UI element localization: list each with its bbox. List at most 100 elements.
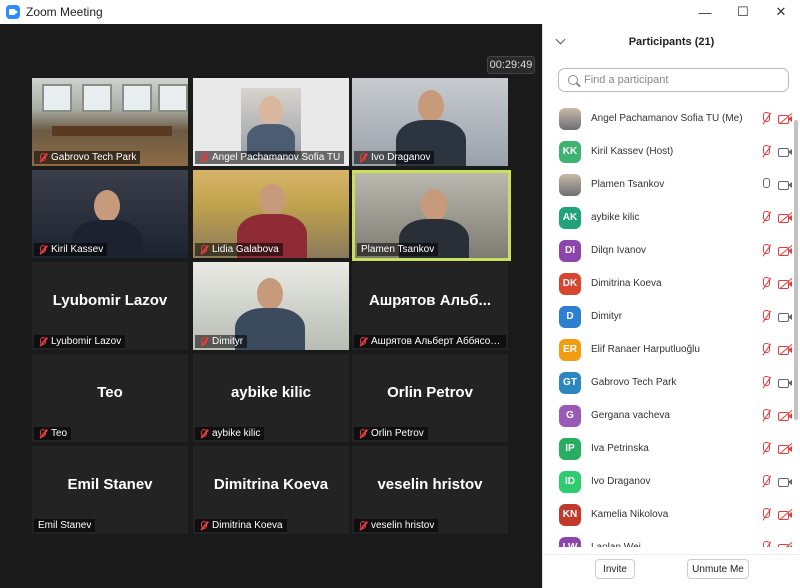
video-tile[interactable]: Ашрятов Альб... Ашрятов Альберт Аббясов..…	[352, 262, 508, 350]
participants-header: Participants (21)	[543, 24, 800, 60]
microphone-icon[interactable]	[760, 178, 772, 191]
participant-name: Gabrovo Tech Park	[591, 377, 677, 388]
participants-panel: Participants (21) Angel Pachamanov Sofia…	[542, 24, 800, 588]
microphone-muted-icon[interactable]	[760, 310, 772, 323]
participant-row[interactable]: Plamen Tsankov	[543, 168, 793, 201]
mic-muted-icon	[38, 428, 47, 439]
tile-name-text: Gabrovo Tech Park	[51, 152, 137, 163]
participant-row[interactable]: AK aybike kilic	[543, 201, 793, 234]
video-camera-off-icon	[778, 409, 793, 422]
mic-muted-icon	[38, 244, 47, 255]
tile-name-text: Dimitrina Koeva	[212, 520, 283, 531]
participant-name: Dimityr	[591, 311, 623, 322]
scrollbar-thumb[interactable]	[794, 120, 798, 420]
participant-status-icons	[760, 343, 793, 356]
invite-button[interactable]: Invite	[595, 559, 635, 579]
video-tile[interactable]: Lyubomir Lazov Lyubomir Lazov	[32, 262, 188, 350]
mic-muted-icon	[199, 428, 208, 439]
participant-row[interactable]: KK Kiril Kassev (Host)	[543, 135, 793, 168]
search-icon	[568, 75, 578, 85]
participant-row[interactable]: IP Iva Petrinska	[543, 432, 793, 465]
participant-avatar: IP	[559, 437, 581, 460]
video-tile[interactable]: veselin hristov veselin hristov	[352, 446, 508, 534]
video-tile[interactable]: Kiril Kassev	[32, 170, 188, 258]
participant-name: aybike kilic	[591, 212, 640, 223]
participant-avatar: DK	[559, 272, 581, 295]
unmute-me-button[interactable]: Unmute Me	[687, 559, 749, 579]
tile-name-label: Gabrovo Tech Park	[34, 151, 141, 164]
participant-row[interactable]: LW Laolan Wei	[543, 531, 793, 547]
participant-row[interactable]: ER Elif Ranaer Harputluoğlu	[543, 333, 793, 366]
video-tile[interactable]: Lidia Galabova	[193, 170, 349, 258]
video-tile[interactable]: Emil Stanev Emil Stanev	[32, 446, 188, 534]
participant-list-scrollbar[interactable]	[793, 102, 799, 547]
participant-name: Gergana vacheva	[591, 410, 670, 421]
microphone-muted-icon[interactable]	[760, 508, 772, 521]
tile-name-label: Lidia Galabova	[195, 243, 283, 256]
minimize-button[interactable]: —	[686, 0, 724, 24]
participant-avatar: ER	[559, 338, 581, 361]
video-tile[interactable]: Gabrovo Tech Park	[32, 78, 188, 166]
maximize-button[interactable]: ☐	[724, 0, 762, 24]
tile-name-text: Angel Pachamanov Sofia TU	[212, 152, 341, 163]
microphone-muted-icon[interactable]	[760, 277, 772, 290]
video-camera-icon	[778, 145, 793, 158]
participant-row[interactable]: DK Dimitrina Koeva	[543, 267, 793, 300]
tile-name-label: Plamen Tsankov	[357, 243, 439, 256]
video-tile[interactable]: Ivo Draganov	[352, 78, 508, 166]
microphone-muted-icon[interactable]	[760, 442, 772, 455]
microphone-muted-icon[interactable]	[760, 343, 772, 356]
participant-status-icons	[760, 310, 793, 323]
tile-name-label: Angel Pachamanov Sofia TU	[195, 151, 345, 164]
video-tile[interactable]: Teo Teo	[32, 354, 188, 442]
video-tile[interactable]: aybike kilic aybike kilic	[193, 354, 349, 442]
meeting-timer: 00:29:49	[487, 56, 535, 74]
video-tile[interactable]: Plamen Tsankov	[352, 170, 511, 261]
video-tile[interactable]: Dimitrina Koeva Dimitrina Koeva	[193, 446, 349, 534]
participant-row[interactable]: Angel Pachamanov Sofia TU (Me)	[543, 102, 793, 135]
participant-avatar	[559, 173, 581, 196]
video-tile[interactable]: Dimityr	[193, 262, 349, 350]
mic-muted-icon	[358, 520, 367, 531]
participant-avatar: GT	[559, 371, 581, 394]
participant-row[interactable]: DI Dilqn Ivanov	[543, 234, 793, 267]
participant-avatar: KN	[559, 503, 581, 526]
microphone-muted-icon[interactable]	[760, 244, 772, 257]
microphone-muted-icon[interactable]	[760, 475, 772, 488]
tile-name-label: Lyubomir Lazov	[34, 335, 126, 348]
microphone-muted-icon[interactable]	[760, 376, 772, 389]
participant-row[interactable]: ID Ivo Draganov	[543, 465, 793, 498]
tile-display-name: Ашрятов Альб...	[368, 292, 492, 309]
participant-search-input[interactable]	[584, 74, 774, 86]
mic-muted-icon	[199, 244, 208, 255]
tile-name-text: Lidia Galabova	[212, 244, 279, 255]
tile-name-text: Dimityr	[212, 336, 244, 347]
window-controls: — ☐ ✕	[686, 0, 800, 24]
microphone-muted-icon[interactable]	[760, 145, 772, 158]
participant-name: Kamelia Nikolova	[591, 509, 669, 520]
microphone-muted-icon[interactable]	[760, 541, 772, 547]
microphone-muted-icon[interactable]	[760, 211, 772, 224]
video-tile[interactable]: Angel Pachamanov Sofia TU	[193, 78, 349, 166]
participant-search[interactable]	[558, 68, 789, 92]
video-camera-off-icon	[778, 442, 793, 455]
participant-name: Ivo Draganov	[591, 476, 651, 487]
participant-row[interactable]: G Gergana vacheva	[543, 399, 793, 432]
participant-row[interactable]: D Dimityr	[543, 300, 793, 333]
video-tile[interactable]: Orlin Petrov Orlin Petrov	[352, 354, 508, 442]
microphone-muted-icon[interactable]	[760, 409, 772, 422]
mic-muted-icon	[358, 152, 367, 163]
participant-name: Elif Ranaer Harputluoğlu	[591, 344, 700, 355]
tile-display-name: Teo	[97, 384, 123, 401]
microphone-muted-icon[interactable]	[760, 112, 772, 125]
participant-avatar	[559, 107, 581, 130]
mic-muted-icon	[358, 428, 367, 439]
close-button[interactable]: ✕	[762, 0, 800, 24]
participant-row[interactable]: GT Gabrovo Tech Park	[543, 366, 793, 399]
participant-avatar: KK	[559, 140, 581, 163]
tile-name-text: Emil Stanev	[38, 520, 92, 531]
tile-name-text: Teo	[51, 428, 68, 439]
video-camera-off-icon	[778, 277, 793, 290]
participant-row[interactable]: KN Kamelia Nikolova	[543, 498, 793, 531]
video-camera-icon	[778, 310, 793, 323]
